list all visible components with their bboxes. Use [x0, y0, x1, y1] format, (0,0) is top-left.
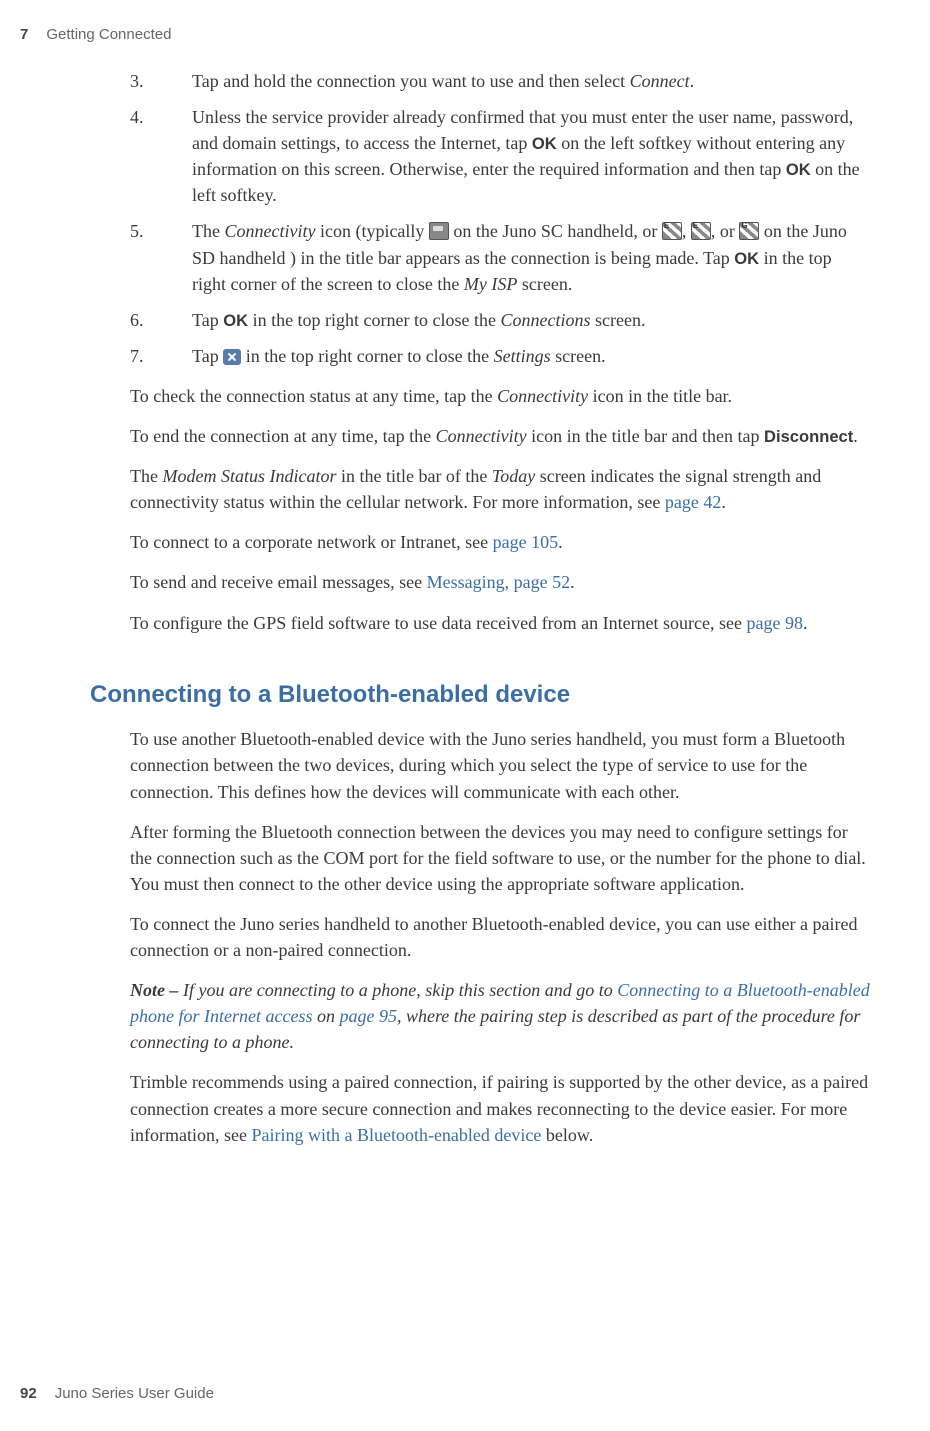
note-label: Note –	[130, 980, 183, 1000]
step-text: Tap in the top right corner to close the…	[192, 343, 870, 369]
chapter-title: Getting Connected	[46, 26, 171, 43]
paragraph: To end the connection at any time, tap t…	[130, 423, 870, 449]
page-number: 92	[20, 1385, 37, 1402]
paragraph: To connect to a corporate network or Int…	[130, 529, 870, 555]
page-footer: 92 Juno Series User Guide	[20, 1383, 214, 1405]
page-105-link[interactable]: page 105	[493, 532, 558, 552]
paragraph: The Modem Status Indicator in the title …	[130, 463, 870, 515]
messaging-link[interactable]: Messaging, page 52	[427, 572, 570, 592]
paragraph: To check the connection status at any ti…	[130, 383, 870, 409]
paragraph: After forming the Bluetooth connection b…	[130, 819, 870, 897]
paragraph: To connect the Juno series handheld to a…	[130, 911, 870, 963]
step-number: 7.	[130, 343, 192, 369]
step-text: Tap and hold the connection you want to …	[192, 68, 870, 94]
step-4: 4. Unless the service provider already c…	[130, 104, 870, 208]
step-6: 6. Tap OK in the top right corner to clo…	[130, 307, 870, 333]
page-95-link[interactable]: page 95	[339, 1006, 397, 1026]
page-42-link[interactable]: page 42	[665, 492, 721, 512]
signal-e-icon: E	[691, 222, 711, 240]
paragraph: To configure the GPS field software to u…	[130, 610, 870, 636]
chapter-number: 7	[20, 26, 28, 43]
step-number: 5.	[130, 218, 192, 296]
connectivity-icon	[429, 222, 449, 240]
signal-g-icon: G	[739, 222, 759, 240]
footer-title: Juno Series User Guide	[55, 1385, 214, 1402]
step-number: 3.	[130, 68, 192, 94]
signal-e-icon: E	[662, 222, 682, 240]
page-content: 3. Tap and hold the connection you want …	[130, 68, 870, 1162]
close-icon	[223, 349, 241, 365]
page-header: 7 Getting Connected	[20, 24, 171, 46]
pairing-link[interactable]: Pairing with a Bluetooth-enabled device	[251, 1125, 541, 1145]
step-text: Unless the service provider already conf…	[192, 104, 870, 208]
step-5: 5. The Connectivity icon (typically on t…	[130, 218, 870, 296]
paragraph: To use another Bluetooth-enabled device …	[130, 726, 870, 804]
instruction-steps: 3. Tap and hold the connection you want …	[130, 68, 870, 369]
paragraph: To send and receive email messages, see …	[130, 569, 870, 595]
step-text: Tap OK in the top right corner to close …	[192, 307, 870, 333]
step-number: 4.	[130, 104, 192, 208]
step-text: The Connectivity icon (typically on the …	[192, 218, 870, 296]
page-98-link[interactable]: page 98	[747, 613, 803, 633]
step-number: 6.	[130, 307, 192, 333]
step-7: 7. Tap in the top right corner to close …	[130, 343, 870, 369]
note-paragraph: Note – If you are connecting to a phone,…	[130, 977, 870, 1055]
step-3: 3. Tap and hold the connection you want …	[130, 68, 870, 94]
paragraph: Trimble recommends using a paired connec…	[130, 1069, 870, 1147]
section-heading: Connecting to a Bluetooth-enabled device	[90, 678, 870, 713]
